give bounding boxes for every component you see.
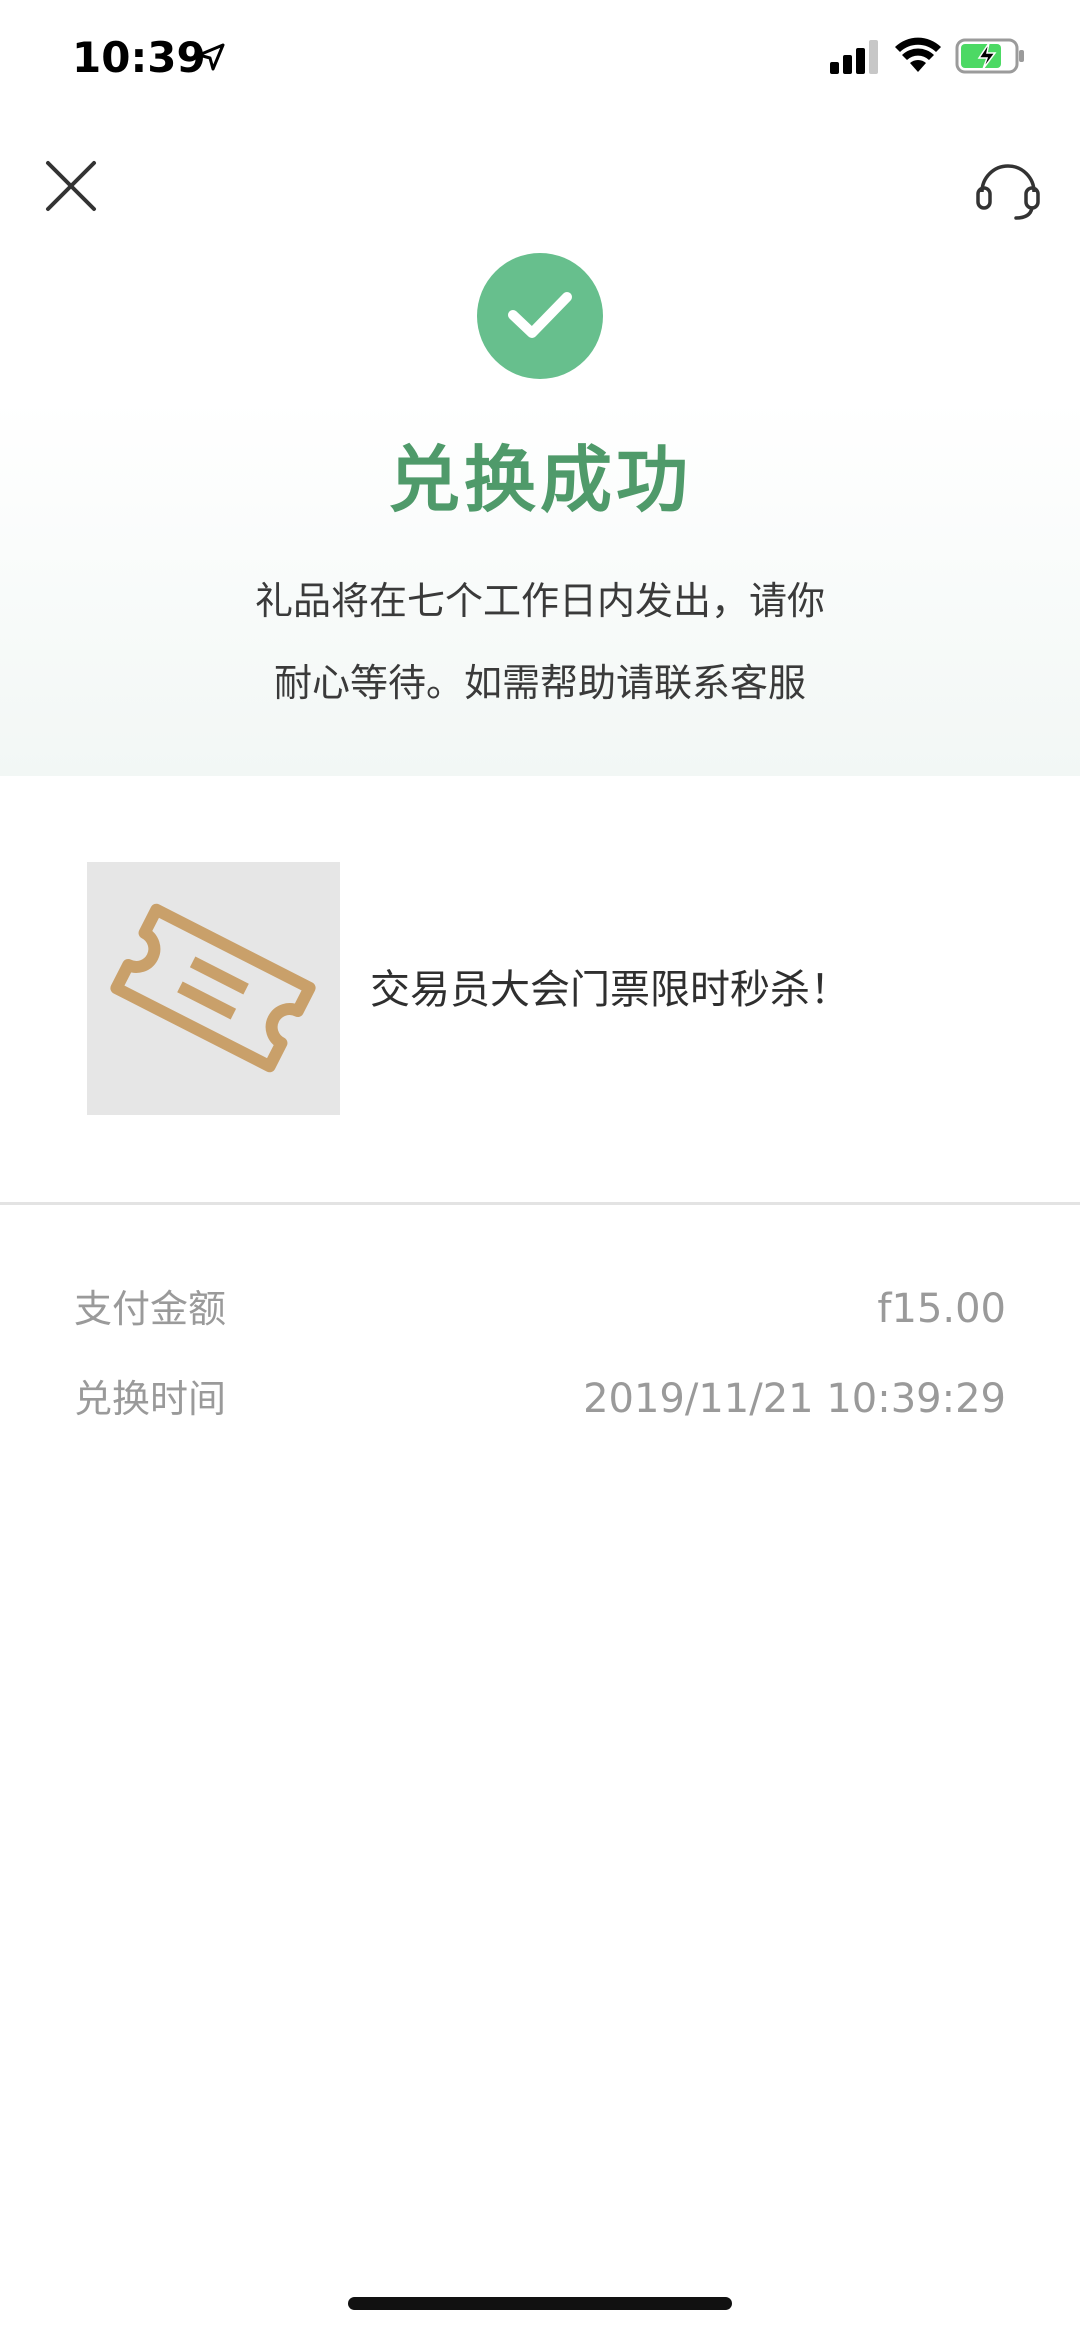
redeem-time-label: 兑换时间: [74, 1377, 227, 1421]
status-bar: 10:39: [0, 0, 1080, 120]
success-message: 礼品将在七个工作日内发出，请你 耐心等待。如需帮助请联系客服: [220, 560, 860, 724]
cellular-signal-icon: [830, 40, 878, 74]
close-icon: [46, 161, 96, 211]
home-indicator[interactable]: [348, 2297, 732, 2310]
check-icon: [508, 292, 572, 338]
ticket-icon: [110, 903, 316, 1073]
success-title: 兑换成功: [387, 438, 692, 522]
success-check-badge: [477, 253, 603, 379]
success-message-line-1: 礼品将在七个工作日内发出，请你: [254, 579, 825, 623]
product-thumbnail: [87, 862, 340, 1115]
headset-icon: [976, 164, 1040, 220]
detail-row-redeem-time: 兑换时间 2019/11/21 10:39:29: [74, 1371, 1006, 1427]
payment-amount-label: 支付金额: [74, 1287, 227, 1331]
product-card[interactable]: 交易员大会门票限时秒杀！: [0, 776, 1080, 1205]
redeem-time-value: 2019/11/21 10:39:29: [583, 1376, 1006, 1422]
product-title: 交易员大会门票限时秒杀！: [370, 967, 850, 1013]
wifi-icon: [895, 37, 941, 72]
battery-charging-icon: [955, 38, 1024, 74]
detail-row-payment-amount: 支付金额 f15.00: [74, 1281, 1006, 1337]
status-time: 10:39: [72, 33, 206, 82]
close-button[interactable]: [40, 155, 102, 217]
customer-service-button[interactable]: [972, 152, 1044, 224]
payment-amount-value: f15.00: [877, 1286, 1006, 1332]
success-message-line-2: 耐心等待。如需帮助请联系客服: [273, 661, 806, 705]
location-arrow-icon: [197, 43, 225, 71]
